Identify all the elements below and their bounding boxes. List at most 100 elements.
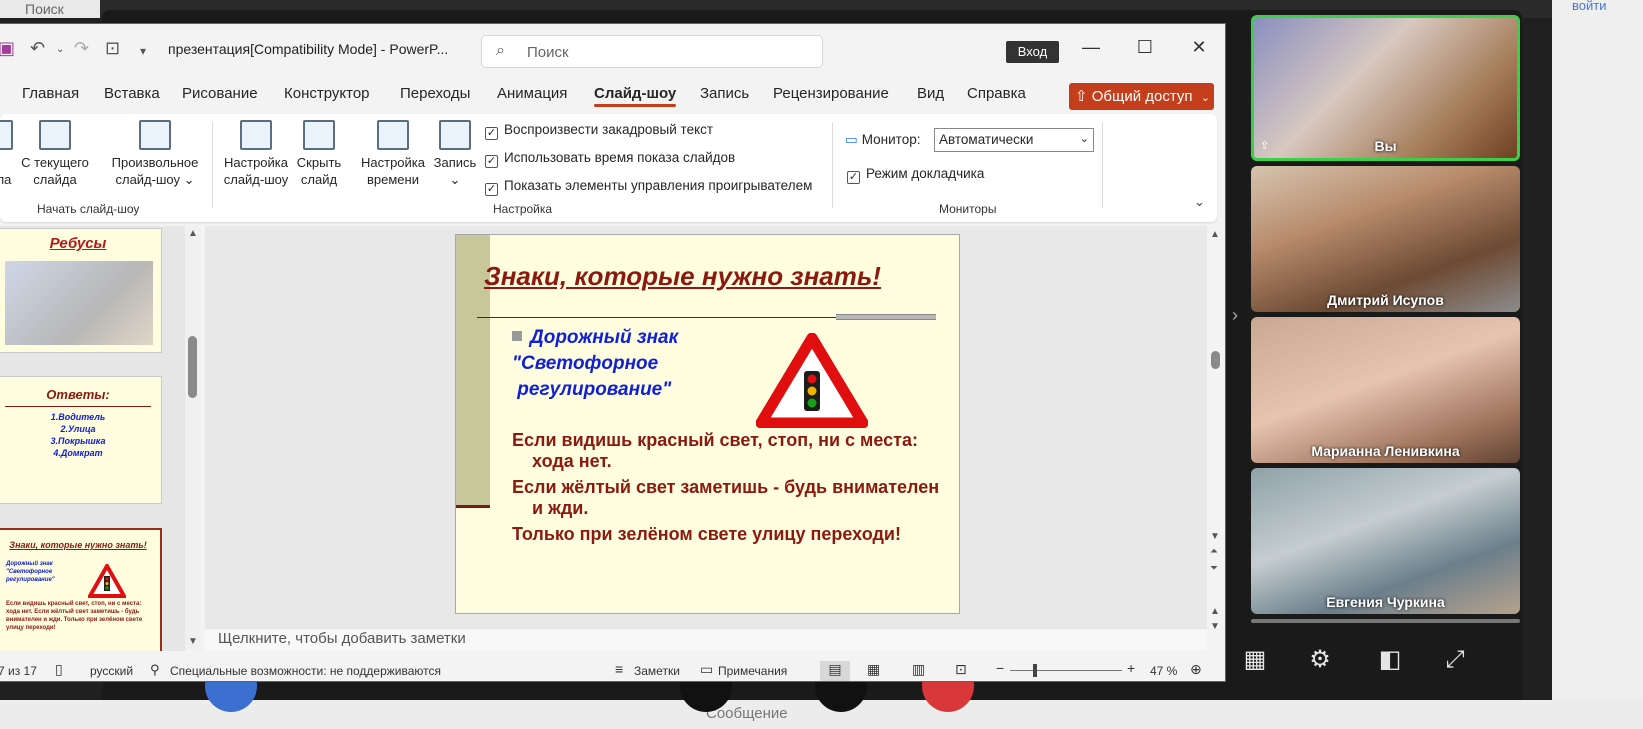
from-current-button[interactable]: С текущего слайда [20,120,90,188]
zoom-in-icon[interactable]: + [1127,660,1135,676]
powerpoint-window: ▣ ↶ ⌄ ↷ ⊡ ▾ презентация[Compatibility Mo… [0,23,1226,682]
tab-transitions[interactable]: Переходы [400,85,470,102]
hide-slide-button[interactable]: Скрыть слайд [294,120,344,188]
ribbon: ла С текущегослайда Произвольноеслайд-шо… [0,114,1217,222]
group-label-start: Начать слайд-шоу [37,202,140,216]
gear-icon[interactable]: ⚙ [1300,640,1340,680]
custom-show-icon [139,120,171,150]
normal-view-icon[interactable]: ▤ [820,661,850,681]
traffic-light-sign-icon[interactable] [756,333,868,428]
record-button[interactable]: Запись ⌄ [430,120,480,188]
undo-icon[interactable]: ↶ [30,38,45,59]
fit-to-window-icon[interactable]: ⊕ [1190,661,1202,678]
reading-view-icon[interactable]: ▥ [912,661,925,678]
zoom-slider-knob[interactable] [1033,664,1037,677]
present-icon[interactable]: ⊡ [105,38,120,59]
scroll-down-icon: ▼ [188,636,198,647]
custom-show-button[interactable]: Произвольное слайд-шоу ⌄ [105,120,205,188]
slide-scrollbar[interactable]: ▲ ▼ ⏶ ⏷ ▲ ▼ [1207,226,1225,651]
login-button[interactable]: Вход [1006,41,1059,63]
tab-home[interactable]: Главная [22,85,79,102]
checkbox-player-controls[interactable]: ✓ Показать элементы управления проигрыват… [485,178,812,196]
grid-view-icon[interactable]: ▦ [1235,640,1275,680]
tab-review[interactable]: Рецензирование [773,85,889,102]
participant-tile-3[interactable]: Марианна Ленивкина [1251,317,1520,463]
thumbnail-slide-6[interactable]: Ответы: 1.Водитель 2.Улица 3.Покрышка 4.… [0,376,162,504]
slide-decor-line [456,505,490,508]
search-icon: ⌕ [496,42,505,59]
search-input[interactable]: ⌕ Поиск [481,35,823,68]
participant-tile-2[interactable]: Дмитрий Исупов [1251,166,1520,312]
checkbox-presenter-view[interactable]: ✓ Режим докладчика [847,166,984,184]
customize-qa-icon[interactable]: ▾ [140,44,146,58]
zoom-out-icon[interactable]: − [996,660,1004,676]
slide-body-text[interactable]: Если видишь красный свет, стоп, ни с мес… [512,430,952,550]
zoom-level[interactable]: 47 % [1150,664,1177,678]
thumbnail-title: Знаки, которые нужно знать! [9,540,147,550]
participant-tile-4[interactable]: Евгения Чуркина [1251,468,1520,614]
tab-draw[interactable]: Рисование [182,85,258,102]
fullscreen-icon[interactable]: ⤢ [1435,640,1475,680]
tab-design[interactable]: Конструктор [284,85,370,102]
tab-help[interactable]: Справка [967,85,1026,102]
slide-sign-caption[interactable]: Дорожный знак "Светофорное регулирование… [512,325,678,403]
slide-thumbnails-pane: Ребусы Ответы: 1.Водитель 2.Улица 3.Покр… [0,226,185,651]
current-slide[interactable]: Знаки, которые нужно знать! Дорожный зна… [455,234,960,614]
redo-icon[interactable]: ↷ [74,38,89,59]
slide-counter[interactable]: 7 из 17 [0,664,37,678]
setup-icon [240,120,272,150]
document-title: презентация[Compatibility Mode] - PowerP… [168,41,449,57]
share-button[interactable]: ⇧ Общий доступ ⌄ [1069,83,1214,110]
maximize-icon[interactable]: ☐ [1130,37,1160,58]
record-icon [439,120,471,150]
comments-icon: ▭ [700,661,714,677]
tab-animations[interactable]: Анимация [497,85,567,102]
accessibility-status[interactable]: Специальные возможности: не поддерживают… [170,664,441,678]
monitor-icon: ▭ [845,132,858,147]
participant-name: Марианна Ленивкина [1311,443,1460,459]
comments-button[interactable]: Примечания [718,664,787,678]
monitor-select[interactable]: Автоматически ⌄ [934,128,1094,152]
thumbnails-scrollbar[interactable]: ▲ ▼ [185,226,201,651]
chevron-right-icon[interactable]: › [1232,305,1238,326]
slide-divider-accent [836,314,936,320]
participant-tile-5[interactable] [1251,619,1520,623]
call-toolbar: ▦ ⚙ ◧ ⤢ [1225,640,1525,700]
chevron-down-icon: ⌄ [1200,92,1210,104]
close-icon[interactable]: ✕ [1184,37,1214,58]
tab-record[interactable]: Запись [700,85,749,102]
participant-name: Евгения Чуркина [1326,594,1445,610]
participant-tile-self[interactable]: ⇪ Вы [1251,15,1520,161]
tab-view[interactable]: Вид [917,85,944,102]
tab-slideshow[interactable]: Слайд-шоу [594,85,677,107]
checkbox-narration[interactable]: ✓ Воспроизвести закадровый текст [485,122,713,140]
timer-icon [377,120,409,150]
slide-sorter-icon[interactable]: ▦ [867,661,880,678]
tab-insert[interactable]: Вставка [104,85,160,102]
book-icon[interactable]: ▯ [55,661,63,678]
thumbnail-slide-7[interactable]: Знаки, которые нужно знать! Дорожный зна… [0,528,162,651]
from-beginning-button[interactable]: ла [0,120,18,188]
background-login-link[interactable]: войти [1572,0,1606,13]
thumbnail-slide-5[interactable]: Ребусы [0,228,162,353]
save-icon[interactable]: ▣ [0,38,15,59]
checkbox-timings[interactable]: ✓ Использовать время показа слайдов [485,150,735,168]
language-label[interactable]: русский [90,664,133,678]
chevron-down-icon[interactable]: ⌄ [56,44,64,55]
slide-title[interactable]: Знаки, которые нужно знать! [484,261,881,292]
background-search-field[interactable]: Поиск [0,0,100,18]
scroll-down-icon: ▼ [1210,531,1220,542]
setup-show-button[interactable]: Настройка слайд-шоу [220,120,292,188]
slideshow-view-icon[interactable]: ⊡ [955,661,967,678]
scroll-thumb[interactable] [188,336,197,398]
notes-pane[interactable]: Щелкните, чтобы добавить заметки [205,630,1207,650]
hide-slide-icon [303,120,335,150]
notes-button[interactable]: Заметки [634,664,680,678]
rehearse-timings-button[interactable]: Настройка времени [357,120,429,188]
scroll-thumb[interactable] [1211,351,1220,369]
collapse-ribbon-icon[interactable]: ⌄ [1194,194,1205,210]
rebus-image [5,261,153,345]
pip-icon[interactable]: ◧ [1370,640,1410,680]
zoom-slider[interactable] [1010,664,1122,677]
minimize-icon[interactable]: — [1076,37,1106,58]
